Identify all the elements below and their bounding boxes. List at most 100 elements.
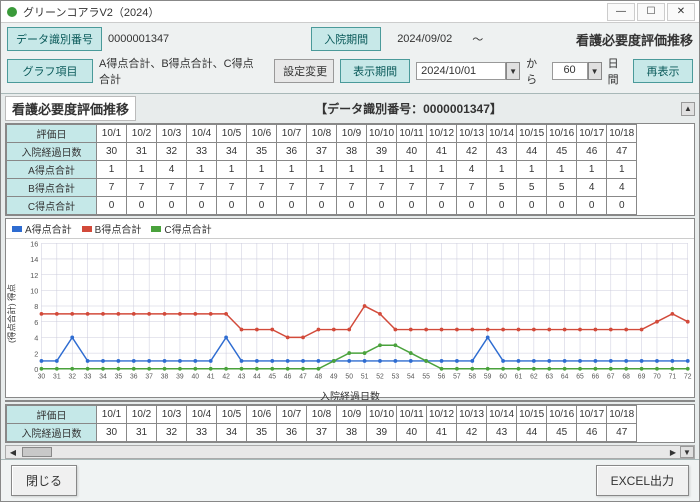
table-cell: 43 xyxy=(487,424,517,442)
table-cell: 7 xyxy=(427,179,457,197)
date-header: 10/5 xyxy=(217,406,247,424)
main-content: 看護必要度評価推移 【データ識別番号：0000001347】 ▲ 評価日10/1… xyxy=(1,94,699,459)
table-cell: 7 xyxy=(97,179,127,197)
table-cell: 38 xyxy=(337,424,367,442)
footer-bar: 閉じる EXCEL出力 xyxy=(1,459,699,501)
data-id-button[interactable]: データ識別番号 xyxy=(7,27,102,51)
date-header: 10/4 xyxy=(187,125,217,143)
svg-text:2: 2 xyxy=(34,349,38,358)
scroll-down-icon[interactable]: ▼ xyxy=(680,446,694,458)
table-cell: 0 xyxy=(397,197,427,215)
table-cell: 0 xyxy=(547,197,577,215)
app-window: グリーンコアラV2（2024） — ☐ ✕ データ識別番号 0000001347… xyxy=(0,0,700,502)
table-cell: 0 xyxy=(367,197,397,215)
excel-export-button[interactable]: EXCEL出力 xyxy=(596,465,689,496)
date-header: 10/4 xyxy=(187,406,217,424)
svg-text:12: 12 xyxy=(30,271,38,280)
table-cell: 1 xyxy=(217,161,247,179)
table-cell: 5 xyxy=(517,179,547,197)
scroll-up-icon[interactable]: ▲ xyxy=(681,102,695,116)
table-cell: 0 xyxy=(427,197,457,215)
titlebar: グリーンコアラV2（2024） — ☐ ✕ xyxy=(1,1,699,23)
svg-text:68: 68 xyxy=(622,373,630,380)
table-cell: 7 xyxy=(247,179,277,197)
table-cell: 30 xyxy=(97,424,127,442)
date-header: 10/15 xyxy=(517,406,547,424)
table-cell: 1 xyxy=(337,161,367,179)
row-header: 評価日 xyxy=(7,125,97,143)
table-cell: 7 xyxy=(187,179,217,197)
svg-text:46: 46 xyxy=(284,373,292,380)
svg-text:33: 33 xyxy=(84,373,92,380)
svg-text:47: 47 xyxy=(299,373,307,380)
svg-text:48: 48 xyxy=(315,373,323,380)
date-header: 10/3 xyxy=(157,406,187,424)
table-cell: 7 xyxy=(217,179,247,197)
table-cell: 1 xyxy=(517,161,547,179)
svg-text:56: 56 xyxy=(438,373,446,380)
redisplay-button[interactable]: 再表示 xyxy=(633,59,693,83)
settings-button[interactable]: 設定変更 xyxy=(274,59,334,83)
minimize-button[interactable]: — xyxy=(607,3,635,21)
admission-period-button[interactable]: 入院期間 xyxy=(311,27,381,51)
date-header: 10/10 xyxy=(367,125,397,143)
table-cell: 0 xyxy=(247,197,277,215)
app-icon xyxy=(5,5,19,19)
date-header: 10/2 xyxy=(127,406,157,424)
table-cell: 1 xyxy=(427,161,457,179)
table-cell: 47 xyxy=(607,143,637,161)
svg-text:40: 40 xyxy=(192,373,200,380)
table-cell: 37 xyxy=(307,143,337,161)
svg-text:6: 6 xyxy=(34,318,38,327)
close-window-button[interactable]: ✕ xyxy=(667,3,695,21)
date-header: 10/17 xyxy=(577,125,607,143)
table-cell: 45 xyxy=(547,424,577,442)
svg-text:34: 34 xyxy=(99,373,107,380)
tilde: ～ xyxy=(472,31,483,47)
date-dropdown-icon[interactable]: ▼ xyxy=(506,62,520,80)
svg-text:72: 72 xyxy=(684,373,692,380)
days-dropdown-icon[interactable]: ▼ xyxy=(588,62,602,80)
scrollbar-thumb[interactable] xyxy=(22,447,52,457)
graph-item-button[interactable]: グラフ項目 xyxy=(7,59,93,83)
svg-text:51: 51 xyxy=(361,373,369,380)
date-header: 10/6 xyxy=(247,406,277,424)
table-cell: 4 xyxy=(157,161,187,179)
row-header: A得点合計 xyxy=(7,161,97,179)
svg-text:61: 61 xyxy=(515,373,523,380)
table-cell: 36 xyxy=(277,143,307,161)
svg-text:60: 60 xyxy=(499,373,507,380)
table-cell: 0 xyxy=(487,197,517,215)
table-cell: 5 xyxy=(547,179,577,197)
table-cell: 32 xyxy=(157,424,187,442)
maximize-button[interactable]: ☐ xyxy=(637,3,665,21)
date-header: 10/12 xyxy=(427,125,457,143)
table-cell: 4 xyxy=(577,179,607,197)
table-cell: 1 xyxy=(367,161,397,179)
svg-text:16: 16 xyxy=(30,239,38,248)
date-header: 10/7 xyxy=(277,125,307,143)
date-header: 10/1 xyxy=(97,406,127,424)
horizontal-scrollbar[interactable]: ◀ ▶ ▼ xyxy=(5,445,695,459)
close-button[interactable]: 閉じる xyxy=(11,465,77,496)
table-cell: 39 xyxy=(367,424,397,442)
table-cell: 5 xyxy=(487,179,517,197)
days-input[interactable]: 60 xyxy=(552,62,588,80)
svg-text:32: 32 xyxy=(68,373,76,380)
display-date-input[interactable]: 2024/10/01 xyxy=(416,62,506,80)
table-cell: 0 xyxy=(577,197,607,215)
date-header: 10/3 xyxy=(157,125,187,143)
data-id-value: 0000001347 xyxy=(108,33,169,45)
svg-text:42: 42 xyxy=(222,373,230,380)
table-cell: 31 xyxy=(127,424,157,442)
date-header: 10/9 xyxy=(337,125,367,143)
table-cell: 0 xyxy=(97,197,127,215)
table-cell: 39 xyxy=(367,143,397,161)
svg-text:54: 54 xyxy=(407,373,415,380)
window-title: グリーンコアラV2（2024） xyxy=(23,4,605,20)
table-cell: 0 xyxy=(157,197,187,215)
display-period-button[interactable]: 表示期間 xyxy=(340,59,410,83)
score-table: 評価日10/110/210/310/410/510/610/710/810/91… xyxy=(5,123,695,216)
date-header: 10/14 xyxy=(487,125,517,143)
svg-text:30: 30 xyxy=(38,373,46,380)
